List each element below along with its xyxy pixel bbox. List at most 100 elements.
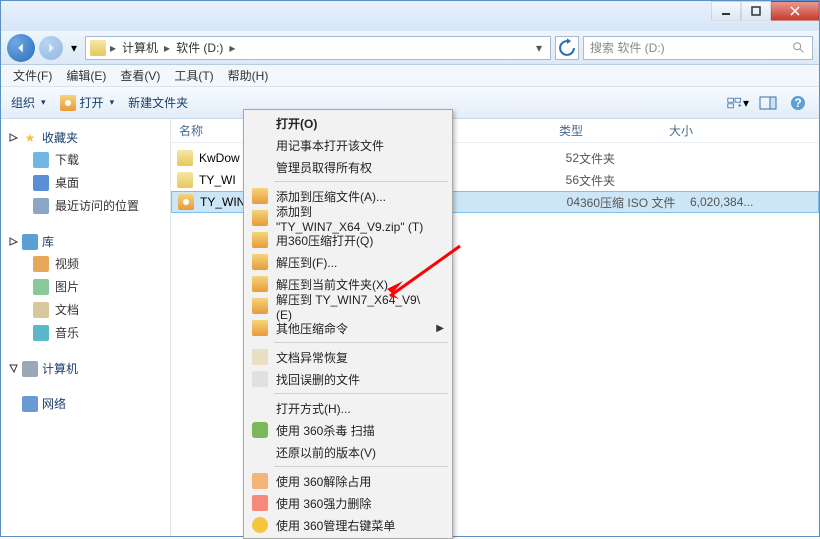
history-dropdown[interactable]: ▾ (67, 38, 81, 58)
sidebar-item-pictures[interactable]: 图片 (5, 275, 166, 298)
tree-collapse-icon (9, 133, 18, 142)
submenu-arrow-icon: ▶ (436, 323, 444, 334)
desktop-icon (33, 175, 49, 191)
search-input[interactable]: 搜索 软件 (D:) (583, 36, 813, 60)
menu-item-label: 打开方式(H)... (276, 400, 351, 417)
organize-button[interactable]: 组织 (11, 94, 46, 111)
sidebar-computer-head[interactable]: 计算机 (5, 358, 166, 379)
sidebar-network-label: 网络 (42, 395, 66, 412)
recent-icon (33, 198, 49, 214)
navbar: ▾ ▸ 计算机 ▸ 软件 (D:) ▸ ▾ 搜索 软件 (D:) (1, 31, 819, 65)
open-label: 打开 (80, 94, 104, 111)
menu-item-icon (252, 371, 268, 387)
context-menu-item[interactable]: 添加到 "TY_WIN7_X64_V9.zip" (T) (246, 207, 450, 229)
file-name: TY_WIN (200, 195, 245, 209)
sidebar-item-documents[interactable]: 文档 (5, 298, 166, 321)
back-button[interactable] (7, 34, 35, 62)
context-menu-item[interactable]: 还原以前的版本(V) (246, 441, 450, 463)
context-menu-item[interactable]: 找回误删的文件 (246, 368, 450, 390)
minimize-button[interactable] (711, 1, 741, 21)
context-menu-item[interactable]: 使用 360管理右键菜单 (246, 514, 450, 536)
context-menu-item[interactable]: 打开(O) (246, 112, 450, 134)
close-button[interactable] (771, 1, 819, 21)
path-seg-drive[interactable]: 软件 (D:) (174, 39, 225, 56)
file-date-fragment: 52 (551, 151, 579, 165)
context-menu-item[interactable]: 打开方式(H)... (246, 397, 450, 419)
context-menu-item[interactable]: 用记事本打开该文件 (246, 134, 450, 156)
refresh-button[interactable] (555, 36, 579, 60)
context-menu-item[interactable]: 使用 360解除占用 (246, 470, 450, 492)
sidebar-network-head[interactable]: 网络 (5, 393, 166, 414)
preview-pane-button[interactable] (757, 94, 779, 112)
computer-icon (22, 361, 38, 377)
context-menu-separator (274, 181, 448, 182)
col-header-type[interactable]: 类型 (551, 122, 661, 139)
context-menu-item[interactable]: 用360压缩打开(Q) (246, 229, 450, 251)
open-button[interactable]: 打开 (60, 94, 115, 111)
col-header-size[interactable]: 大小 (661, 122, 741, 139)
context-menu: 打开(O)用记事本打开该文件管理员取得所有权添加到压缩文件(A)...添加到 "… (243, 109, 453, 539)
maximize-button[interactable] (741, 1, 771, 21)
file-name: KwDow (199, 151, 240, 165)
address-dropdown[interactable]: ▾ (532, 41, 546, 55)
menu-tools[interactable]: 工具(T) (168, 65, 219, 86)
context-menu-item[interactable]: 使用 360强力删除 (246, 492, 450, 514)
network-icon (22, 396, 38, 412)
tree-expand-icon (9, 364, 18, 373)
sidebar-libraries-label: 库 (42, 233, 54, 250)
context-menu-item[interactable]: 解压到(F)... (246, 251, 450, 273)
menu-item-icon (252, 276, 268, 292)
address-bar[interactable]: ▸ 计算机 ▸ 软件 (D:) ▸ ▾ (85, 36, 551, 60)
sidebar-favorites-label: 收藏夹 (42, 129, 78, 146)
search-placeholder: 搜索 软件 (D:) (590, 39, 665, 56)
file-date-fragment: 04 (552, 195, 580, 209)
context-menu-separator (274, 393, 448, 394)
file-type: 文件夹 (579, 150, 689, 167)
sidebar-item-desktop[interactable]: 桌面 (5, 171, 166, 194)
context-menu-item[interactable]: 其他压缩命令▶ (246, 317, 450, 339)
file-icon (177, 150, 193, 166)
document-icon (33, 302, 49, 318)
new-folder-button[interactable]: 新建文件夹 (128, 94, 188, 111)
context-menu-item[interactable]: 使用 360杀毒 扫描 (246, 419, 450, 441)
menu-view[interactable]: 查看(V) (114, 65, 166, 86)
context-menu-item[interactable]: 管理员取得所有权 (246, 156, 450, 178)
sidebar-favorites-head[interactable]: ★ 收藏夹 (5, 127, 166, 148)
sidebar-item-label: 最近访问的位置 (55, 197, 139, 214)
forward-button[interactable] (39, 36, 63, 60)
file-size: 6,020,384... (690, 195, 770, 209)
menu-item-label: 打开(O) (276, 115, 317, 132)
view-options-button[interactable]: ▾ (727, 94, 749, 112)
file-icon (177, 172, 193, 188)
menubar: 文件(F) 编辑(E) 查看(V) 工具(T) 帮助(H) (1, 65, 819, 87)
sidebar-item-recent[interactable]: 最近访问的位置 (5, 194, 166, 217)
music-icon (33, 325, 49, 341)
file-icon (178, 194, 194, 210)
tree-collapse-icon (9, 237, 18, 246)
menu-item-icon (252, 422, 268, 438)
menu-item-icon (252, 188, 268, 204)
path-seg-computer[interactable]: 计算机 (120, 39, 160, 56)
downloads-icon (33, 152, 49, 168)
context-menu-item[interactable]: 文档异常恢复 (246, 346, 450, 368)
sidebar-item-label: 图片 (55, 278, 79, 295)
svg-text:?: ? (794, 96, 801, 110)
sidebar-item-videos[interactable]: 视频 (5, 252, 166, 275)
menu-help[interactable]: 帮助(H) (222, 65, 275, 86)
picture-icon (33, 279, 49, 295)
menu-item-label: 管理员取得所有权 (276, 159, 372, 176)
sidebar-item-label: 桌面 (55, 174, 79, 191)
menu-file[interactable]: 文件(F) (7, 65, 58, 86)
file-date-fragment: 56 (551, 173, 579, 187)
sidebar-item-music[interactable]: 音乐 (5, 321, 166, 344)
sidebar-libraries-head[interactable]: 库 (5, 231, 166, 252)
window-buttons (711, 1, 819, 21)
sidebar-item-label: 视频 (55, 255, 79, 272)
sidebar-libraries: 库 视频 图片 文档 音乐 (5, 231, 166, 344)
menu-edit[interactable]: 编辑(E) (60, 65, 112, 86)
iso-icon (60, 95, 76, 111)
help-button[interactable]: ? (787, 94, 809, 112)
file-name: TY_WI (199, 173, 236, 187)
sidebar-item-downloads[interactable]: 下载 (5, 148, 166, 171)
context-menu-item[interactable]: 解压到 TY_WIN7_X64_V9\ (E) (246, 295, 450, 317)
